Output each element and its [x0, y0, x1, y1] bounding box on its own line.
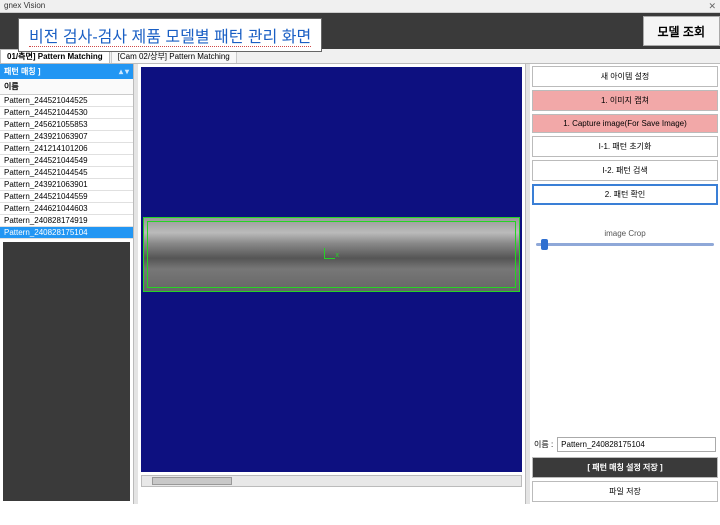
pattern-list-item[interactable]: Pattern_244521044545 [0, 167, 133, 179]
pattern-search-button[interactable]: I-2. 패턴 검색 [532, 160, 718, 181]
capture-save-button[interactable]: 1. Capture image(For Save Image) [532, 114, 718, 133]
pattern-list-item[interactable]: Pattern_245621055853 [0, 119, 133, 131]
left-panel: 패턴 매칭 ] ▴ ▾ 이름 Pattern_244521044525Patte… [0, 64, 134, 504]
page-title-banner: 비전 검사-검사 제품 모델별 패턴 관리 화면 [18, 18, 322, 52]
left-filler [3, 242, 130, 501]
scrollbar-thumb[interactable] [152, 477, 232, 485]
new-item-button[interactable]: 새 아이템 설정 [532, 66, 718, 87]
pattern-list-item[interactable]: Pattern_244521044559 [0, 191, 133, 203]
pattern-list-item[interactable]: Pattern_244621044603 [0, 203, 133, 215]
image-viewport[interactable]: x [141, 67, 522, 472]
right-panel: 새 아이템 설정 1. 이미지 캡쳐 1. Capture image(For … [530, 64, 720, 504]
pattern-init-button[interactable]: I-1. 패턴 초기화 [532, 136, 718, 157]
pattern-confirm-button[interactable]: 2. 패턴 확인 [532, 184, 718, 205]
pattern-list-item[interactable]: Pattern_240828174919 [0, 215, 133, 227]
column-header-name: 이름 [0, 79, 133, 95]
pattern-list-item[interactable]: Pattern_243921063901 [0, 179, 133, 191]
window-title: gnex Vision [4, 1, 45, 10]
name-label: 이름 : [534, 439, 553, 450]
capture-image-button[interactable]: 1. 이미지 캡쳐 [532, 90, 718, 111]
sort-up-icon[interactable]: ▴ [119, 67, 123, 76]
pattern-list-item[interactable]: Pattern_244521044525 [0, 95, 133, 107]
left-panel-sort: ▴ ▾ [119, 67, 129, 76]
right-spacer [532, 251, 718, 432]
pattern-name-field[interactable]: Pattern_240828175104 [557, 437, 716, 452]
axis-marker: x [324, 248, 340, 259]
horizontal-scrollbar[interactable] [141, 475, 522, 487]
model-query-button[interactable]: 모델 조회 [643, 16, 720, 46]
axis-x-label: x [336, 252, 340, 259]
left-panel-title: 패턴 매칭 ] [4, 66, 41, 77]
image-crop-label: image Crop [532, 229, 718, 238]
pattern-list-item[interactable]: Pattern_241214101206 [0, 143, 133, 155]
pattern-image: x [143, 217, 520, 292]
close-icon[interactable]: ✕ [708, 1, 716, 12]
save-file-button[interactable]: 파일 저장 [532, 481, 718, 502]
pattern-list-item[interactable]: Pattern_244521044549 [0, 155, 133, 167]
pattern-name-row: 이름 : Pattern_240828175104 [532, 435, 718, 454]
crop-slider[interactable] [532, 241, 718, 248]
window-titlebar: gnex Vision ✕ [0, 0, 720, 13]
pattern-list-item[interactable]: Pattern_244521044530 [0, 107, 133, 119]
save-pattern-settings-button[interactable]: [ 패턴 매칭 설정 저장 ] [532, 457, 718, 478]
sort-down-icon[interactable]: ▾ [125, 67, 129, 76]
pattern-list-item[interactable]: Pattern_240828175104 [0, 227, 133, 239]
left-panel-header: 패턴 매칭 ] ▴ ▾ [0, 64, 133, 79]
pattern-list-item[interactable]: Pattern_243921063907 [0, 131, 133, 143]
page-title-text: 비전 검사-검사 제품 모델별 패턴 관리 화면 [29, 29, 311, 47]
pattern-list: Pattern_244521044525Pattern_244521044530… [0, 95, 133, 239]
crop-slider-track [536, 243, 714, 246]
crop-slider-thumb[interactable] [541, 239, 548, 250]
center-panel: x [138, 64, 526, 504]
main-content: 패턴 매칭 ] ▴ ▾ 이름 Pattern_244521044525Patte… [0, 64, 720, 504]
